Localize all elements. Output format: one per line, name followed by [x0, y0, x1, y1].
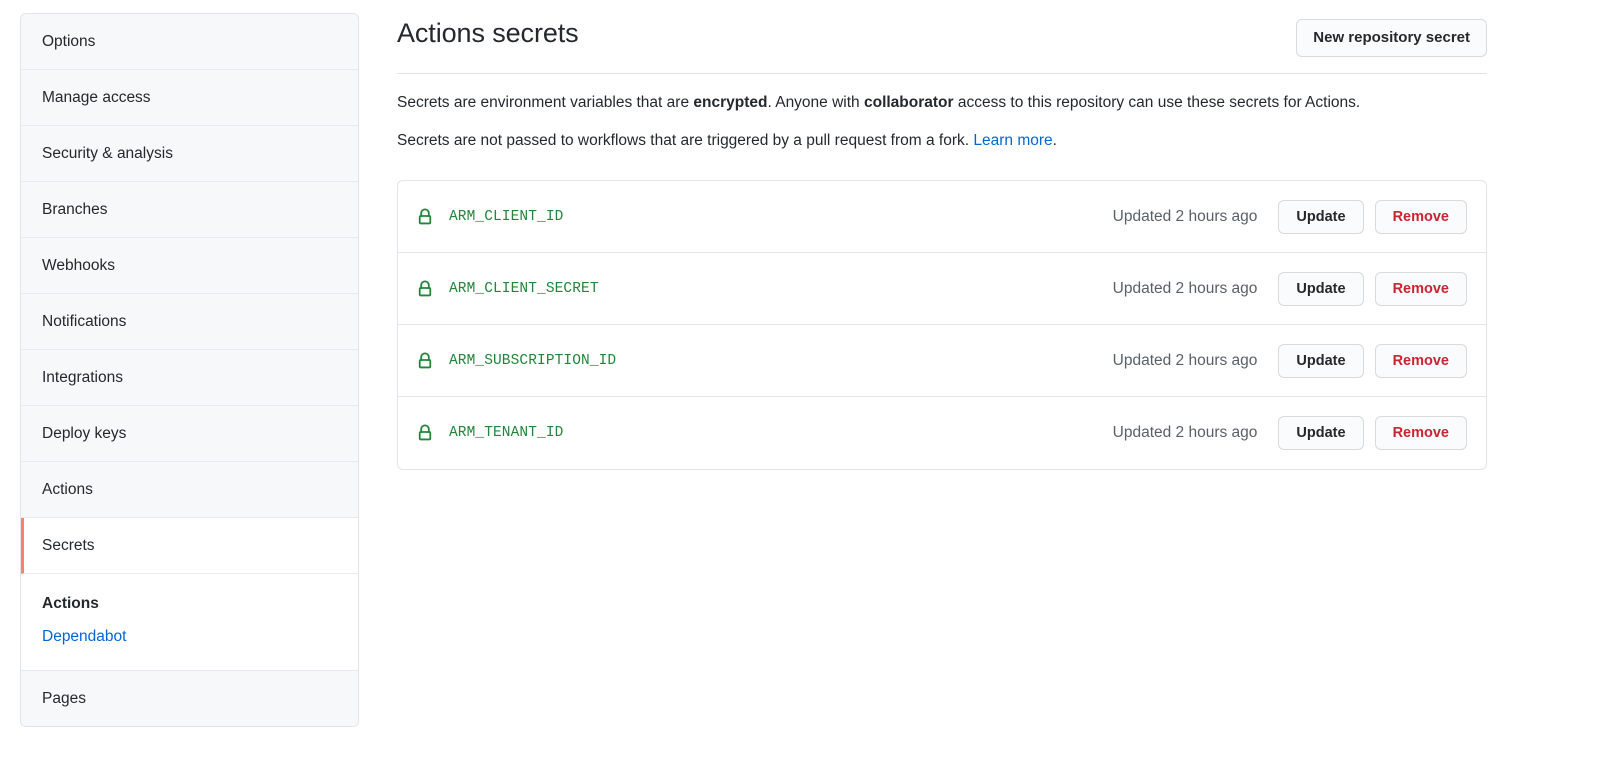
remove-secret-button[interactable]: Remove [1374, 199, 1467, 234]
subnav-item-actions[interactable]: Actions [42, 587, 358, 620]
row-actions: Update Remove [1278, 271, 1467, 306]
desc-bold-collaborator: collaborator [863, 94, 954, 111]
sidebar-item-label: Branches [42, 201, 108, 218]
settings-sidebar: Options Manage access Security & analysi… [20, 13, 359, 727]
sidebar-item-label: Security & analysis [42, 145, 173, 162]
sidebar-item-options[interactable]: Options [21, 14, 358, 70]
sidebar-item-label: Deploy keys [42, 425, 127, 442]
desc-text-3: access to this repository can use these … [953, 94, 1361, 111]
secret-updated-time: Updated 2 hours ago [1112, 351, 1258, 369]
new-repository-secret-button[interactable]: New repository secret [1296, 19, 1487, 57]
sidebar-item-label: Secrets [42, 537, 95, 554]
remove-secret-button[interactable]: Remove [1374, 271, 1467, 306]
page-title: Actions secrets [397, 18, 579, 48]
update-secret-button[interactable]: Update [1278, 199, 1364, 234]
desc-text-1: Secrets are environment variables that a… [397, 94, 694, 111]
sidebar-item-security-analysis[interactable]: Security & analysis [21, 126, 358, 182]
sidebar-item-webhooks[interactable]: Webhooks [21, 238, 358, 294]
secret-name: ARM_SUBSCRIPTION_ID [449, 352, 617, 369]
page-header: Actions secrets New repository secret [397, 13, 1487, 74]
secrets-subnav: Actions Dependabot [21, 574, 358, 671]
desc-text-5: . [1052, 132, 1057, 149]
sidebar-item-pages[interactable]: Pages [21, 671, 358, 726]
secret-updated-time: Updated 2 hours ago [1112, 424, 1258, 441]
secrets-list: ARM_CLIENT_ID Updated 2 hours ago Update… [397, 180, 1487, 470]
sidebar-item-label: Notifications [42, 313, 127, 330]
settings-page: Options Manage access Security & analysi… [0, 0, 1624, 774]
sidebar-item-branches[interactable]: Branches [21, 182, 358, 238]
update-secret-button[interactable]: Update [1278, 271, 1364, 306]
lock-icon [418, 351, 432, 368]
remove-secret-button[interactable]: Remove [1374, 416, 1467, 450]
secrets-description-line-1: Secrets are environment variables that a… [397, 91, 1487, 115]
desc-text-2: . Anyone with [767, 94, 864, 111]
secret-name: ARM_CLIENT_ID [449, 208, 564, 225]
sidebar-item-deploy-keys[interactable]: Deploy keys [21, 406, 358, 462]
sidebar-item-notifications[interactable]: Notifications [21, 294, 358, 350]
table-row: ARM_CLIENT_SECRET Updated 2 hours ago Up… [398, 253, 1486, 325]
sidebar-item-label: Webhooks [42, 257, 115, 274]
sidebar-item-label: Options [42, 33, 96, 50]
sidebar-item-label: Actions [42, 481, 93, 498]
sidebar-item-label: Manage access [42, 89, 151, 106]
subnav-item-dependabot[interactable]: Dependabot [42, 620, 358, 653]
secret-name: ARM_TENANT_ID [449, 425, 564, 441]
secret-name: ARM_CLIENT_SECRET [449, 280, 599, 297]
sidebar-item-label: Integrations [42, 369, 123, 386]
lock-icon [418, 207, 432, 224]
row-actions: Update Remove [1278, 199, 1467, 234]
sidebar-item-manage-access[interactable]: Manage access [21, 70, 358, 126]
desc-text-4: Secrets are not passed to workflows that… [397, 132, 974, 149]
table-row: ARM_TENANT_ID Updated 2 hours ago Update… [398, 397, 1486, 469]
sidebar-item-secrets[interactable]: Secrets [21, 518, 358, 574]
update-secret-button[interactable]: Update [1278, 416, 1364, 450]
sidebar-item-actions[interactable]: Actions [21, 462, 358, 518]
secrets-description-line-2: Secrets are not passed to workflows that… [397, 129, 1487, 153]
row-actions: Update Remove [1278, 343, 1467, 378]
sidebar-item-integrations[interactable]: Integrations [21, 350, 358, 406]
remove-secret-button[interactable]: Remove [1374, 343, 1467, 378]
update-secret-button[interactable]: Update [1278, 343, 1364, 378]
lock-icon [418, 424, 432, 441]
main-content: Actions secrets New repository secret Se… [378, 0, 1624, 774]
table-row: ARM_SUBSCRIPTION_ID Updated 2 hours ago … [398, 325, 1486, 397]
desc-bold-encrypted: encrypted [693, 94, 768, 111]
secret-updated-time: Updated 2 hours ago [1112, 279, 1258, 297]
secret-updated-time: Updated 2 hours ago [1112, 207, 1258, 225]
learn-more-link[interactable]: Learn more [973, 132, 1052, 149]
sidebar-column: Options Manage access Security & analysi… [0, 0, 378, 774]
row-actions: Update Remove [1278, 416, 1467, 450]
table-row: ARM_CLIENT_ID Updated 2 hours ago Update… [398, 181, 1486, 253]
sidebar-item-label: Pages [42, 690, 86, 707]
lock-icon [418, 279, 432, 296]
